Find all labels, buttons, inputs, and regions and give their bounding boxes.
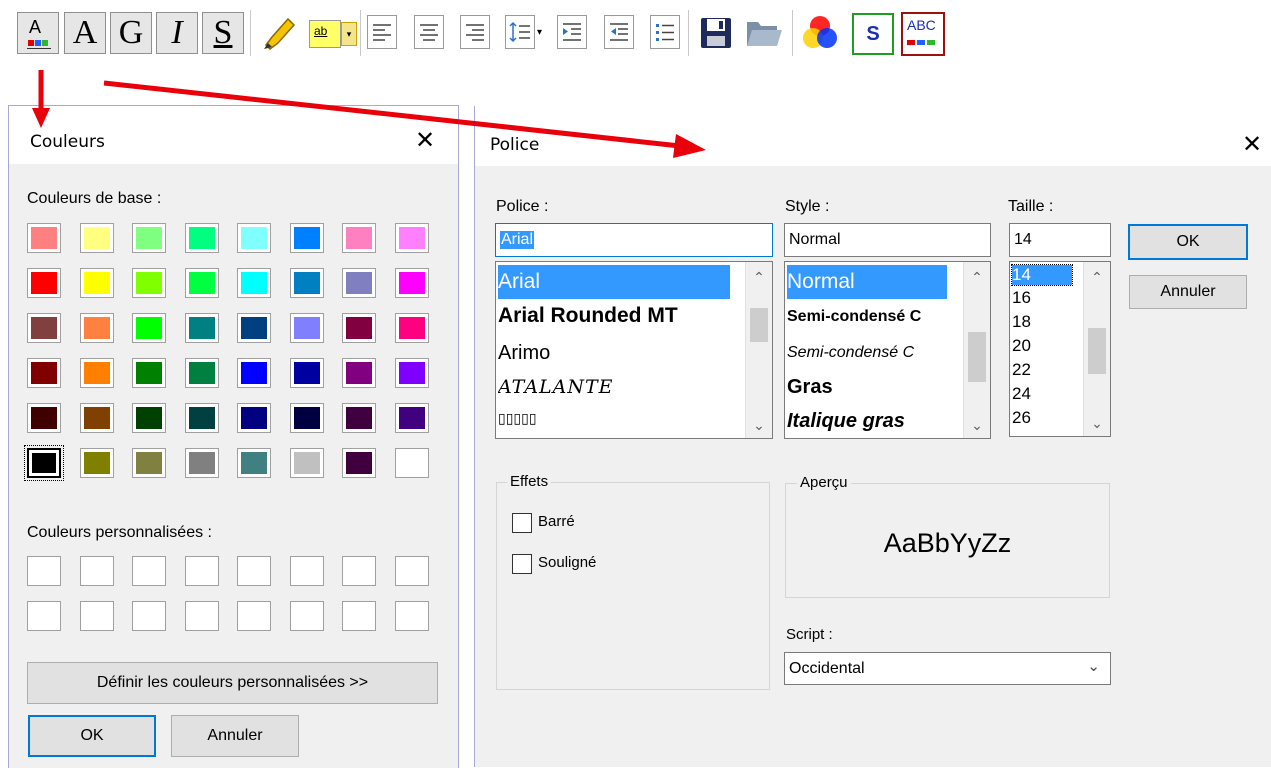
arrow-right-annotation xyxy=(103,80,706,158)
arrow-down-annotation xyxy=(32,70,50,128)
annotation-arrows xyxy=(32,70,706,158)
